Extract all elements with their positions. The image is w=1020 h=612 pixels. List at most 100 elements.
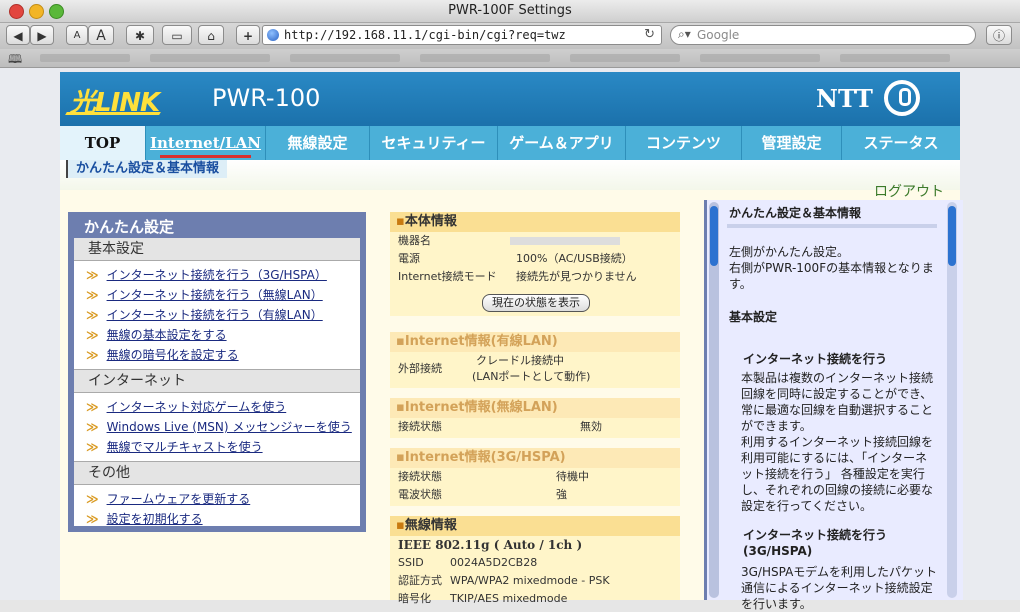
arrow-icon: ≫ [86,288,99,302]
tab-internet-lan[interactable]: Internet/LAN [146,126,266,160]
help-paragraph: 本製品は複数のインターネット接続回線を同時に設定することができ、常に最適な回線を… [741,371,934,433]
scroll-thumb[interactable] [948,206,956,266]
link-wireless-basic[interactable]: ≫ 無線の基本設定をする [74,325,360,345]
link-wireless-encrypt[interactable]: ≫ 無線の暗号化を設定する [74,345,360,365]
page-viewport: 光LINK PWR-100 NTT TOP Internet/LAN 無線設定 … [0,68,1020,611]
model-name: PWR-100 [212,84,321,112]
help-panel: かんたん設定＆基本情報 左側がかんたん設定。 右側がPWR-100Fの基本情報とな… [704,200,963,611]
link-firmware[interactable]: ≫ ファームウェアを更新する [74,489,360,509]
help-title: かんたん設定＆基本情報 [729,206,862,220]
easy-setup-list: 基本設定 ≫ インターネット接続を行う（3G/HSPA） ≫ インターネット接続を行… [74,238,360,526]
wlan-info-box: ▪Internet情報(無線LAN) 接続状態 無効 [390,398,680,438]
tab-status[interactable]: ステータス [842,126,960,160]
wireless-info-box: ▪無線情報 IEEE 802.11g ( Auto / 1ch ) SSID 00… [390,516,680,605]
box-header: ▪Internet情報(無線LAN) [390,398,680,418]
box-header: ▪本体情報 [390,212,680,232]
report-bug-icon[interactable]: ⓘ [986,25,1012,45]
info-row: 接続状態 無効 [398,420,602,433]
arrow-icon: ≫ [86,268,99,282]
link-internet-wlan[interactable]: ≫ インターネット接続を行う（無線LAN） [74,285,360,305]
arrow-icon: ≫ [86,328,99,342]
forward-button[interactable]: ▶ [30,25,54,45]
page-header: 光LINK PWR-100 NTT [60,72,960,126]
help-heading: 基本設定 [729,310,778,324]
redacted-value [510,237,620,245]
browser-toolbar: ◀ ▶ A A ✱ ▭ ⌂ + http://192.168.11.1/cgi-… [0,23,1020,49]
tab-admin[interactable]: 管理設定 [742,126,842,160]
info-row: 接続状態 待機中 [398,470,589,483]
home-icon[interactable]: ⌂ [198,25,224,45]
info-row: 電波状態強 [398,488,567,501]
box-header: ▪無線情報 [390,516,680,536]
info-row: 機器名 [390,232,680,250]
box-header: ▪Internet情報(有線LAN) [390,332,680,352]
bookmark-blurred[interactable] [40,54,130,62]
bookmark-blurred[interactable] [700,54,820,62]
main-nav: TOP Internet/LAN 無線設定 セキュリティー ゲーム＆アプリ コン… [60,126,960,160]
link-internet-3g[interactable]: ≫ インターネット接続を行う（3G/HSPA） [74,265,360,285]
tab-wireless[interactable]: 無線設定 [266,126,370,160]
bookmark-blurred[interactable] [290,54,400,62]
url-bar[interactable]: http://192.168.11.1/cgi-bin/cgi?req=twz … [262,25,662,45]
arrow-icon: ≫ [86,512,99,526]
info-row: 電源 100%（AC/USB接続） [398,252,633,265]
add-bookmark-icon[interactable]: + [236,25,260,45]
link-internet-lan[interactable]: ≫ インターネット接続を行う（有線LAN） [74,305,360,325]
info-column: ▪本体情報 機器名 電源 100%（AC/USB接続） Internet接続モード… [390,212,680,605]
info-row: 外部接続 クレードル接続中 (LANポートとして動作) [398,354,591,383]
subnav-easy-setup[interactable]: かんたん設定＆基本情報 [66,160,228,178]
router-page: 光LINK PWR-100 NTT TOP Internet/LAN 無線設定 … [60,72,963,611]
arrow-icon: ≫ [86,420,99,434]
bookmark-blurred[interactable] [150,54,270,62]
scroll-thumb[interactable] [710,206,718,266]
window-title: PWR-100F Settings [448,3,572,18]
tab-top[interactable]: TOP [60,126,146,160]
settings-gear-icon[interactable]: ✱ [126,25,154,45]
link-multicast[interactable]: ≫ 無線でマルチキャストを使う [74,437,360,457]
ntt-mark-icon [884,80,920,116]
device-info-box: ▪本体情報 機器名 電源 100%（AC/USB接続） Internet接続モード… [390,212,680,316]
help-rule [727,224,937,228]
help-subheading: インターネット接続を行う [743,528,888,542]
show-status-button[interactable]: 現在の状態を表示 [482,294,590,312]
arrow-icon: ≫ [86,308,99,322]
bookmark-blurred[interactable] [840,54,950,62]
reload-icon[interactable]: ↻ [644,27,655,42]
globe-icon [267,29,279,41]
easy-setup-panel: かんたん設定 基本設定 ≫ インターネット接続を行う（3G/HSPA） ≫ インター… [68,212,366,532]
back-button[interactable]: ◀ [6,25,30,45]
search-icon: ⌕▾ [678,27,691,41]
snapback-icon[interactable]: ▭ [162,25,192,45]
search-input[interactable]: ⌕▾ Google [670,25,976,45]
help-scrollbar-left[interactable] [709,202,719,598]
arrow-icon: ≫ [86,440,99,454]
logo-swoosh [65,112,161,115]
logout-link[interactable]: ログアウト [874,181,944,201]
section-header: その他 [74,461,360,485]
text-smaller-button[interactable]: A [66,25,88,45]
wired-info-box: ▪Internet情報(有線LAN) 外部接続 クレードル接続中 (LANポート… [390,332,680,388]
tab-security[interactable]: セキュリティー [370,126,498,160]
bookmarks-bar: 🕮 [0,49,1020,68]
bookmark-blurred[interactable] [420,54,550,62]
help-subheading: (3G/HSPA) [743,544,813,558]
bookmark-blurred[interactable] [570,54,680,62]
text-larger-button[interactable]: A [88,25,114,45]
help-scrollbar-right[interactable] [947,202,957,598]
help-subheading: インターネット接続を行う [743,352,888,366]
link-reset[interactable]: ≫ 設定を初期化する [74,509,360,529]
link-messenger[interactable]: ≫ Windows Live (MSN) メッセンジャーを使う [74,417,360,437]
help-paragraph: 利用するインターネット接続回線を利用可能にするには、「インターネット接続を行う」… [741,435,934,513]
section-header: インターネット [74,369,360,393]
link-games[interactable]: ≫ インターネット対応ゲームを使う [74,397,360,417]
sub-nav: かんたん設定＆基本情報 ログアウト [60,160,960,200]
arrow-icon: ≫ [86,348,99,362]
arrow-icon: ≫ [86,492,99,506]
wireless-standard: IEEE 802.11g ( Auto / 1ch ) [398,538,583,552]
search-placeholder: Google [697,28,740,42]
tab-contents[interactable]: コンテンツ [626,126,742,160]
help-paragraph: 3G/HSPAモデムを利用したパケット通信によるインターネット接続設定を行います… [741,565,938,611]
section-header: 基本設定 [74,238,360,261]
url-text: http://192.168.11.1/cgi-bin/cgi?req=twz [284,28,566,42]
tab-game-apps[interactable]: ゲーム＆アプリ [498,126,626,160]
